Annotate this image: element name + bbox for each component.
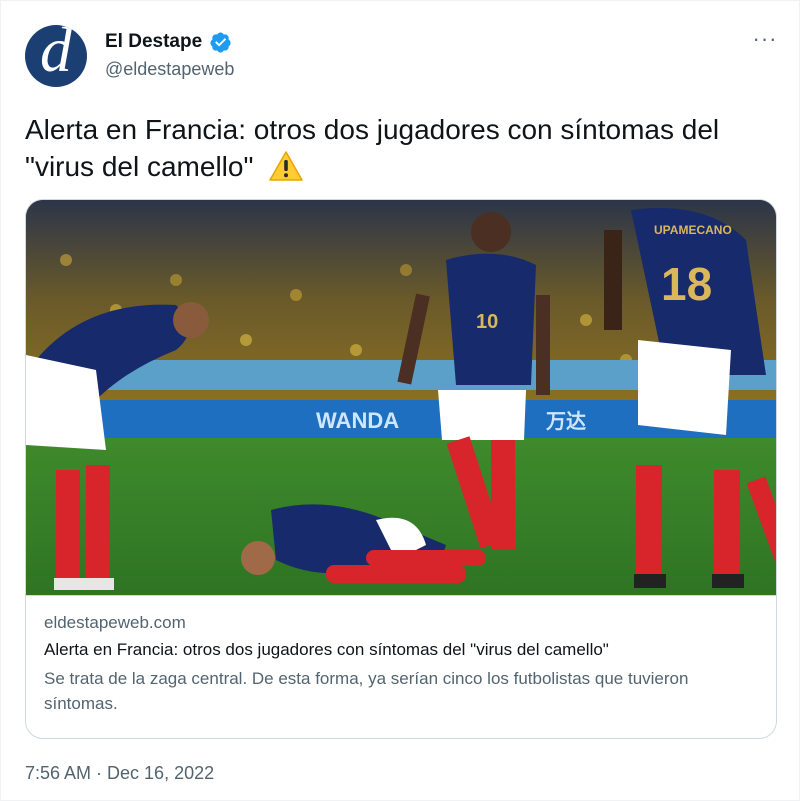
avatar[interactable]: d: [25, 25, 87, 87]
account-name[interactable]: El Destape: [105, 31, 202, 53]
board-text-chinese: 万达: [545, 410, 586, 433]
jersey-name: UPAMECANO: [654, 223, 732, 237]
tweet-text: Alerta en Francia: otros dos jugadores c…: [25, 111, 765, 185]
football-photo: WANDA 万达 10 UPAMECANO 18: [26, 200, 776, 595]
card-image[interactable]: WANDA 万达 10 UPAMECANO 18: [26, 200, 776, 595]
tweet-timestamp[interactable]: 7:56 AM · Dec 16, 2022: [25, 763, 214, 784]
jersey-number-10: 10: [476, 311, 498, 333]
warning-icon: [269, 150, 303, 181]
more-icon[interactable]: ···: [751, 28, 779, 53]
card-title: Alerta en Francia: otros dos jugadores c…: [44, 640, 609, 659]
jersey-number-18: 18: [661, 258, 712, 310]
tweet: d El Destape @eldestapeweb ··· Alerta en…: [0, 0, 800, 801]
card-body[interactable]: eldestapeweb.com Alerta en Francia: otro…: [26, 595, 776, 738]
tweet-text-content: Alerta en Francia: otros dos jugadores c…: [25, 114, 720, 182]
avatar-logo: d: [40, 25, 72, 85]
link-card[interactable]: WANDA 万达 10 UPAMECANO 18 eldestapeweb.co…: [25, 199, 777, 739]
card-description: Se trata de la zaga central. De esta for…: [44, 669, 689, 713]
verified-badge-icon: [210, 32, 231, 53]
card-domain: eldestapeweb.com: [44, 613, 186, 632]
board-text-wanda: WANDA: [316, 408, 399, 433]
account-handle[interactable]: @eldestapeweb: [105, 59, 234, 80]
